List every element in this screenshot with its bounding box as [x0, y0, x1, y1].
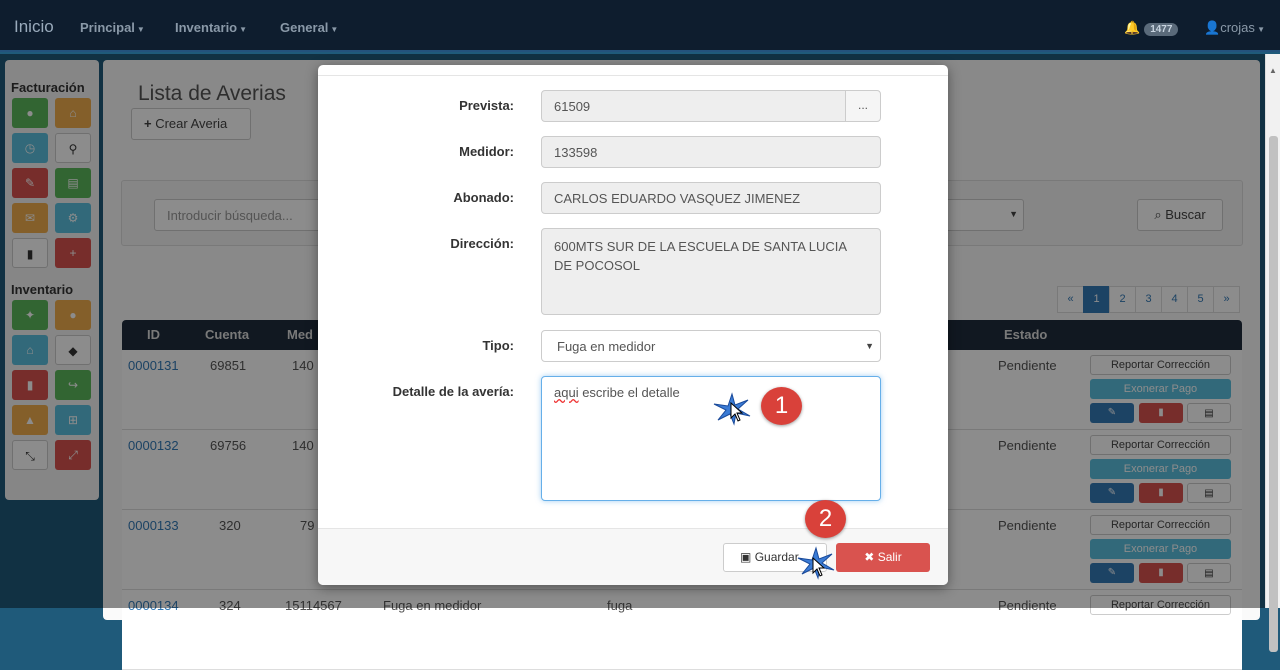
close-icon: ✖: [864, 550, 875, 564]
abonado-label: Abonado:: [453, 190, 514, 205]
notification-badge: 1477: [1144, 23, 1179, 36]
scrollbar-thumb[interactable]: [1269, 136, 1278, 652]
page-scrollbar[interactable]: ▲: [1265, 54, 1280, 652]
cursor-icon: [812, 557, 826, 577]
notifications[interactable]: 🔔 1477: [1124, 20, 1179, 36]
menu-principal[interactable]: Principal ▼: [80, 20, 145, 35]
tipo-select[interactable]: Fuga en medidor ▼: [541, 330, 881, 362]
bell-icon: 🔔: [1124, 20, 1141, 35]
menu-inventario[interactable]: Inventario ▼: [175, 20, 247, 35]
user-icon: 👤: [1204, 20, 1221, 35]
averia-modal: Prevista: 61509 ... Medidor: 133598 Abon…: [318, 65, 948, 585]
prevista-field[interactable]: 61509: [541, 90, 847, 122]
prevista-lookup-button[interactable]: ...: [845, 90, 881, 122]
detalle-textarea[interactable]: aqui escribe el detalle: [541, 376, 881, 501]
chevron-down-icon: ▼: [865, 341, 874, 351]
annotation-step-2: 2: [805, 500, 846, 538]
modal-header: [318, 65, 948, 76]
user-menu[interactable]: 👤crojas ▼: [1204, 20, 1265, 36]
direccion-label: Dirección:: [450, 236, 514, 251]
exit-button[interactable]: ✖ Salir: [836, 543, 930, 572]
floppy-disk-icon: ▣: [740, 550, 752, 564]
abonado-field[interactable]: CARLOS EDUARDO VASQUEZ JIMENEZ: [541, 182, 881, 214]
medidor-field[interactable]: 133598: [541, 136, 881, 168]
brand-link[interactable]: Inicio: [14, 17, 54, 37]
annotation-step-1: 1: [761, 387, 802, 425]
menu-general[interactable]: General ▼: [280, 20, 338, 35]
tipo-label: Tipo:: [482, 338, 514, 353]
top-navbar: Inicio Principal ▼ Inventario ▼ General ▼ 🔔…: [0, 0, 1280, 52]
prevista-label: Prevista:: [459, 98, 514, 113]
scroll-up-icon[interactable]: ▲: [1269, 66, 1277, 75]
detalle-label: Detalle de la avería:: [392, 384, 514, 399]
direccion-textarea[interactable]: 600MTS SUR DE LA ESCUELA DE SANTA LUCIA …: [541, 228, 881, 315]
cursor-icon: [730, 402, 744, 422]
medidor-label: Medidor:: [459, 144, 514, 159]
